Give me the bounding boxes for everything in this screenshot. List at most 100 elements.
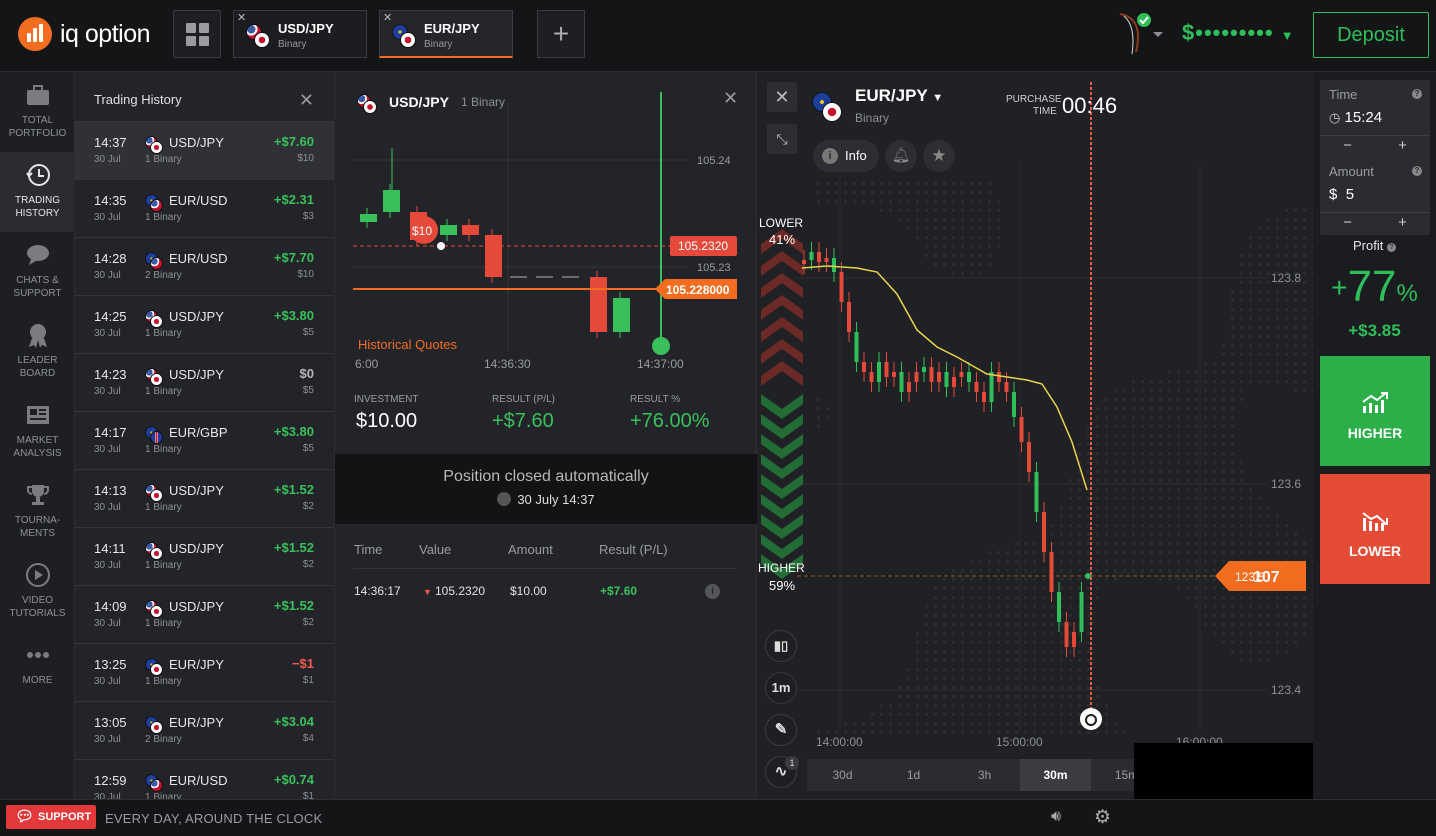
map-dot (988, 614, 991, 617)
map-dot (1186, 434, 1189, 437)
main-price-chart[interactable]: 123.8123.6123.414:00:00 15:00:00 16:00:00 … (757, 72, 1313, 799)
help-icon[interactable]: ? (1412, 166, 1422, 176)
nav-chats-support[interactable]: CHATS & SUPPORT (0, 232, 75, 312)
map-dot (1150, 470, 1153, 473)
logo[interactable]: iq option (18, 17, 151, 51)
history-row[interactable]: 12:59 30 Jul EUR/USD 1 Binary +$0.74 $1 (75, 760, 334, 799)
timeframe-1d[interactable]: 1d (878, 759, 949, 791)
position-mini-chart: 105.24105.23 $10105.2320105.228000Histor… (353, 92, 737, 371)
lower-sentiment-chevron (761, 251, 803, 276)
history-row[interactable]: 14:23 30 Jul USD/JPY 1 Binary $0 $5 (75, 354, 334, 412)
history-row[interactable]: 14:37 30 Jul USD/JPY 1 Binary +$7.60 $10 (75, 122, 334, 180)
amount-increase-button[interactable]: + (1375, 212, 1430, 235)
map-dot (961, 668, 964, 671)
star-icon[interactable]: ★ (923, 140, 955, 172)
map-dot (1069, 533, 1072, 536)
history-row[interactable]: 14:09 30 Jul USD/JPY 1 Binary +$1.52 $2 (75, 586, 334, 644)
asset-grid-button[interactable] (173, 10, 221, 58)
candle (997, 372, 1001, 382)
time-increase-button[interactable]: + (1375, 135, 1430, 158)
row-date: 30 Jul (94, 270, 121, 281)
collapse-icon[interactable]: ⤡ (767, 124, 797, 154)
asset-tab-eurjpy[interactable]: ✕ EUR/JPY Binary (379, 10, 513, 58)
nav-trading-history[interactable]: TRADING HISTORY (0, 152, 75, 232)
history-row[interactable]: 14:17 30 Jul EUR/GBP 1 Binary +$3.80 $5 (75, 412, 334, 470)
higher-button[interactable]: HIGHER (1320, 356, 1430, 466)
history-row[interactable]: 13:25 30 Jul EUR/JPY 1 Binary −$1 $1 (75, 644, 334, 702)
row-kind: 1 Binary (145, 792, 182, 799)
info-icon[interactable]: i (705, 584, 720, 599)
history-row[interactable]: 14:25 30 Jul USD/JPY 1 Binary +$3.80 $5 (75, 296, 334, 354)
map-dot (1141, 569, 1144, 572)
row-time: 14:09 (94, 599, 127, 614)
history-row[interactable]: 14:35 30 Jul EUR/USD 1 Binary +$2.31 $3 (75, 180, 334, 238)
map-dot (1231, 380, 1234, 383)
chart-type-candles-icon[interactable]: ▮▯ (765, 630, 797, 662)
map-dot (1051, 605, 1054, 608)
amount-box[interactable]: Amount ? $ 5 − + (1320, 157, 1430, 235)
map-dot (1078, 677, 1081, 680)
map-dot (1096, 416, 1099, 419)
account-balance[interactable]: $••••••••• ▼ (1182, 20, 1295, 46)
map-dot (1024, 578, 1027, 581)
candle-interval-button[interactable]: 1m (765, 672, 797, 704)
map-dot (1204, 578, 1207, 581)
map-dot (1276, 353, 1279, 356)
close-tab-icon[interactable]: ✕ (237, 11, 246, 24)
map-dot (943, 263, 946, 266)
expiry-time-box[interactable]: Time ? ◷ 15:24 − + (1320, 80, 1430, 158)
timeframe-30d[interactable]: 30d (807, 759, 878, 791)
nav-total-portfolio[interactable]: TOTAL PORTFOLIO (0, 72, 75, 152)
map-dot (880, 182, 883, 185)
map-dot (1267, 290, 1270, 293)
asset-tab-usdjpy[interactable]: ✕ USD/JPY Binary (233, 10, 367, 58)
gear-icon[interactable]: ⚙ (1094, 806, 1111, 829)
lower-button[interactable]: LOWER (1320, 474, 1430, 584)
history-row[interactable]: 14:28 30 Jul EUR/USD 2 Binary +$7.70 $10 (75, 238, 334, 296)
row-date: 30 Jul (94, 154, 121, 165)
map-dot (1231, 632, 1234, 635)
history-row[interactable]: 13:05 30 Jul EUR/JPY 2 Binary +$3.04 $4 (75, 702, 334, 760)
support-button[interactable]: 💬︎ SUPPORT (6, 805, 96, 829)
map-dot (925, 722, 928, 725)
timeframe-30m[interactable]: 30m (1020, 759, 1091, 791)
volume-icon[interactable]: 🔊︎ (1051, 808, 1061, 826)
map-dot (1177, 470, 1180, 473)
close-tab-icon[interactable]: ✕ (383, 11, 392, 24)
row-investment: $2 (302, 617, 314, 628)
map-dot (1051, 713, 1054, 716)
nav-market-analysis[interactable]: MARKET ANALYSIS (0, 392, 75, 472)
close-chart-button[interactable]: ✕ (767, 82, 797, 112)
close-icon[interactable]: ✕ (723, 88, 738, 109)
amount-decrease-button[interactable]: − (1320, 212, 1375, 235)
map-dot (1240, 371, 1243, 374)
map-dot (1231, 362, 1234, 365)
info-button[interactable]: i Info (813, 140, 879, 172)
map-dot (1240, 380, 1243, 383)
bell-icon[interactable]: 🔔︎ (885, 140, 917, 172)
time-decrease-button[interactable]: − (1320, 135, 1375, 158)
chart-asset-selector[interactable]: EUR/JPY ▼ (855, 86, 943, 106)
close-icon[interactable]: ✕ (299, 72, 314, 128)
map-dot (916, 713, 919, 716)
map-dot (943, 596, 946, 599)
add-asset-button[interactable]: + (537, 10, 585, 58)
map-dot (1069, 551, 1072, 554)
deposit-button[interactable]: Deposit (1313, 12, 1429, 58)
map-dot (1078, 488, 1081, 491)
map-dot (1240, 281, 1243, 284)
avatar[interactable] (1110, 12, 1163, 55)
nav-tournaments[interactable]: TOURNA- MENTS (0, 472, 75, 552)
map-dot (1267, 227, 1270, 230)
nav-more[interactable]: MORE (0, 632, 75, 712)
history-row[interactable]: 14:11 30 Jul USD/JPY 1 Binary +$1.52 $2 (75, 528, 334, 586)
map-dot (1159, 524, 1162, 527)
history-row[interactable]: 14:13 30 Jul USD/JPY 1 Binary +$1.52 $2 (75, 470, 334, 528)
map-dot (1177, 533, 1180, 536)
pencil-icon[interactable]: ✎ (765, 714, 797, 746)
nav-video-tutorials[interactable]: VIDEO TUTORIALS (0, 552, 75, 632)
help-icon[interactable]: ? (1412, 89, 1422, 99)
nav-leaderboard[interactable]: LEADER BOARD (0, 312, 75, 392)
help-icon[interactable]: ? (1386, 243, 1396, 252)
timeframe-3h[interactable]: 3h (949, 759, 1020, 791)
